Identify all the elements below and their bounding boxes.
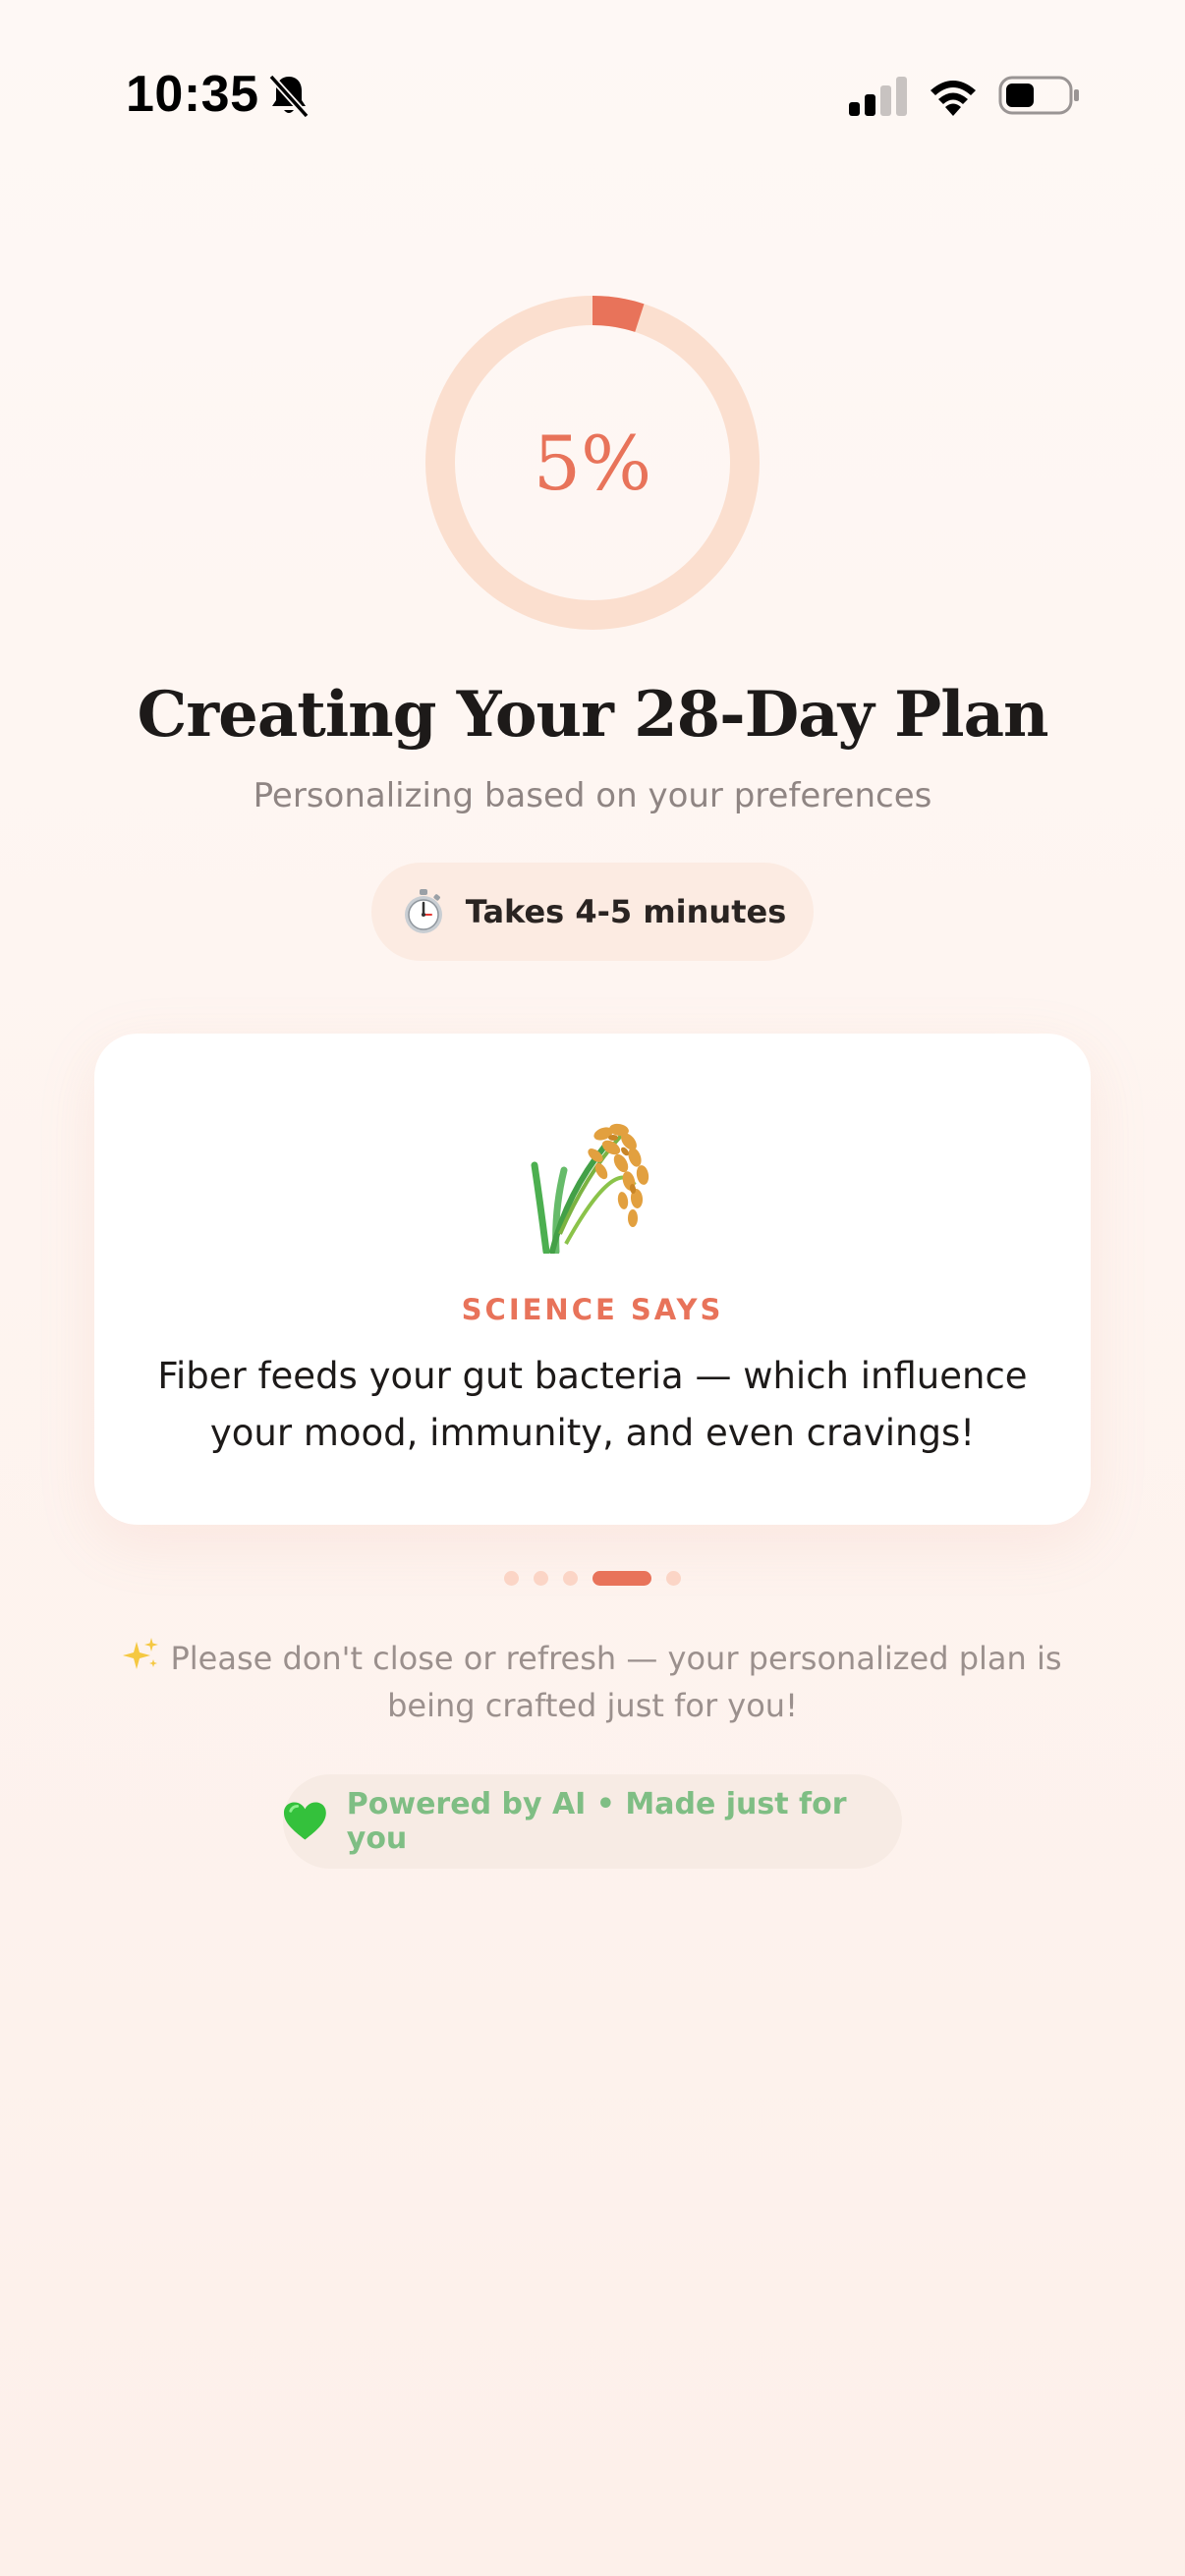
- pagination-dot: [534, 1570, 548, 1586]
- notice-text: Please don't close or refresh — your per…: [170, 1640, 1062, 1724]
- cellular-signal-icon: [849, 77, 907, 116]
- sparkles-icon: [123, 1638, 159, 1669]
- progress-percentage: 5%: [533, 419, 652, 507]
- wifi-icon: [931, 81, 976, 116]
- page-subtitle: Personalizing based on your preferences: [253, 776, 932, 815]
- status-time: 10:35: [126, 66, 259, 123]
- keep-open-notice: Please don't close or refresh — your per…: [98, 1635, 1087, 1729]
- fact-card: SCIENCE SAYS Fiber feeds your gut bacter…: [94, 1034, 1091, 1525]
- duration-label: Takes 4-5 minutes: [465, 893, 787, 930]
- rice-sheaf-icon: [531, 1123, 649, 1254]
- status-bar: 10:35: [0, 0, 1185, 196]
- page-title: Creating Your 28-Day Plan: [137, 678, 1048, 752]
- stopwatch-icon: [404, 889, 442, 933]
- duration-pill: Takes 4-5 minutes: [371, 863, 814, 961]
- card-fact-text: Fiber feeds your gut bacteria — which in…: [157, 1355, 1028, 1454]
- powered-by-label: Powered by AI • Made just for you: [346, 1787, 847, 1856]
- pagination-dot-active: [592, 1570, 651, 1586]
- battery-icon: [998, 76, 1079, 115]
- carousel-pagination: [0, 1570, 1185, 1586]
- pagination-dot: [666, 1570, 681, 1586]
- bell-slash-icon: [268, 74, 310, 119]
- green-heart-icon: [283, 1802, 326, 1840]
- progress-ring: 5%: [424, 295, 761, 631]
- pagination-dot: [563, 1570, 578, 1586]
- card-label: SCIENCE SAYS: [461, 1293, 724, 1326]
- pagination-dot: [504, 1570, 519, 1586]
- powered-by-pill: Powered by AI • Made just for you: [283, 1774, 902, 1869]
